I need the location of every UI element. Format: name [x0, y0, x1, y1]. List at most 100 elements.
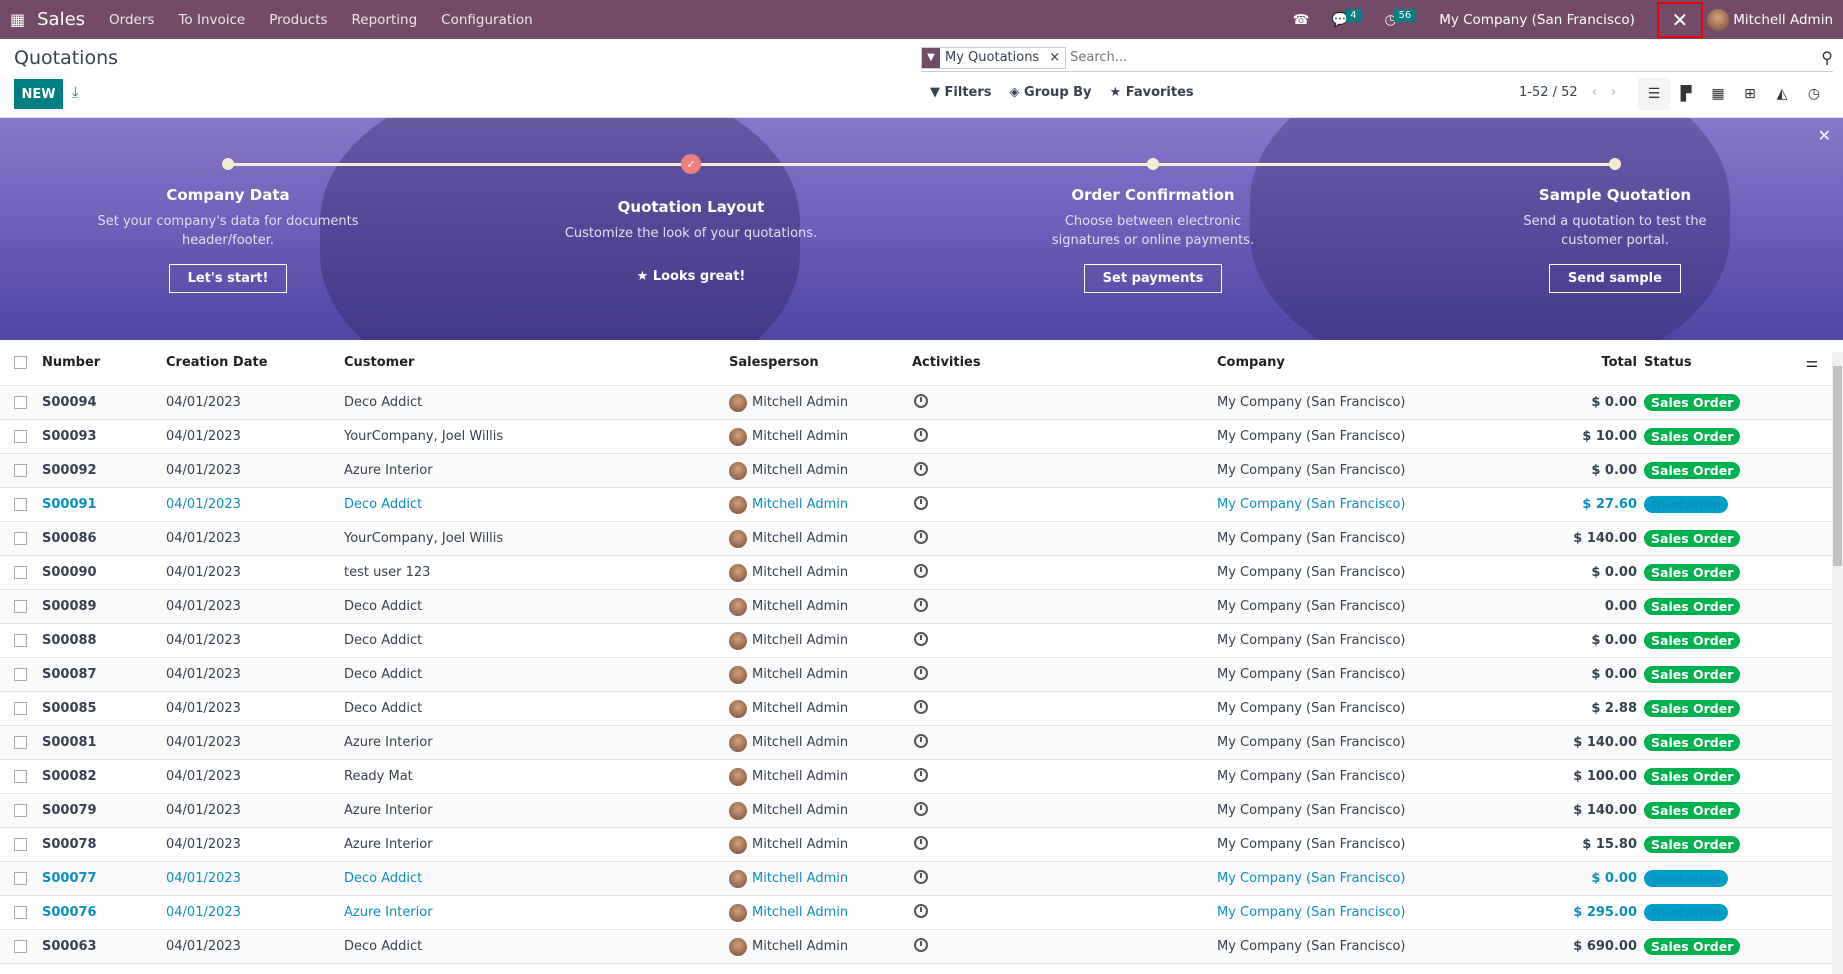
col-salesperson[interactable]: Salesperson	[729, 355, 819, 370]
table-row[interactable]: S00092 04/01/2023 Azure Interior Mitchel…	[0, 454, 1832, 488]
col-company[interactable]: Company	[1217, 355, 1285, 370]
activity-clock-icon[interactable]	[914, 597, 928, 616]
send-sample-button[interactable]: Send sample	[1549, 264, 1681, 293]
salesperson-name: Mitchell Admin	[752, 871, 849, 886]
table-row[interactable]: S00085 04/01/2023 Deco Addict Mitchell A…	[0, 692, 1832, 726]
optional-columns-icon[interactable]: ⚌	[1805, 355, 1818, 371]
row-checkbox[interactable]	[14, 872, 27, 885]
menu-orders[interactable]: Orders	[109, 12, 154, 28]
table-row[interactable]: S00078 04/01/2023 Azure Interior Mitchel…	[0, 828, 1832, 862]
set-payments-button[interactable]: Set payments	[1083, 264, 1223, 293]
download-icon[interactable]: ⤓	[72, 83, 79, 101]
col-total[interactable]: Total	[1601, 355, 1637, 370]
debug-tools-icon[interactable]: ✕	[1656, 1, 1703, 38]
table-row[interactable]: S00094 04/01/2023 Deco Addict Mitchell A…	[0, 386, 1832, 420]
row-checkbox[interactable]	[14, 804, 27, 817]
row-checkbox[interactable]	[14, 838, 27, 851]
row-checkbox[interactable]	[14, 736, 27, 749]
table-row[interactable]: S00087 04/01/2023 Deco Addict Mitchell A…	[0, 658, 1832, 692]
favorites-button[interactable]: ★ Favorites	[1110, 85, 1194, 100]
activity-clock-icon[interactable]	[914, 529, 928, 548]
table-row[interactable]: S00086 04/01/2023 YourCompany, Joel Will…	[0, 522, 1832, 556]
kanban-view-icon[interactable]: ▛	[1670, 78, 1702, 110]
new-button[interactable]: NEW	[14, 79, 63, 109]
col-creation-date[interactable]: Creation Date	[166, 355, 268, 370]
row-checkbox[interactable]	[14, 770, 27, 783]
graph-view-icon[interactable]: ◭	[1766, 78, 1798, 110]
activity-clock-icon[interactable]	[914, 767, 928, 786]
table-row[interactable]: S00077 04/01/2023 Deco Addict Mitchell A…	[0, 862, 1832, 896]
table-row[interactable]: S00089 04/01/2023 Deco Addict Mitchell A…	[0, 590, 1832, 624]
messages-button[interactable]: 💬 4	[1331, 8, 1362, 28]
activity-clock-icon[interactable]	[914, 563, 928, 582]
col-activities[interactable]: Activities	[912, 355, 981, 370]
activity-clock-icon[interactable]	[914, 427, 928, 446]
lets-start-button[interactable]: Let's start!	[168, 264, 288, 293]
table-row[interactable]: S00088 04/01/2023 Deco Addict Mitchell A…	[0, 624, 1832, 658]
phone-icon[interactable]: ☎	[1293, 12, 1310, 28]
group-by-button[interactable]: ◈ Group By	[1010, 85, 1092, 100]
company-switcher[interactable]: My Company (San Francisco)	[1439, 12, 1635, 28]
menu-products[interactable]: Products	[269, 12, 327, 28]
pager-next-icon[interactable]: ›	[1611, 85, 1616, 100]
activity-clock-icon[interactable]	[914, 665, 928, 684]
close-icon[interactable]: ✕	[1818, 126, 1831, 145]
col-customer[interactable]: Customer	[344, 355, 414, 370]
pivot-view-icon[interactable]: ⊞	[1734, 78, 1766, 110]
activity-clock-icon[interactable]	[914, 869, 928, 888]
activity-clock-icon[interactable]	[914, 801, 928, 820]
menu-to-invoice[interactable]: To Invoice	[178, 12, 245, 28]
activity-clock-icon[interactable]	[914, 937, 928, 956]
remove-facet-icon[interactable]: ×	[1044, 50, 1065, 65]
apps-grid-icon[interactable]: ▦	[10, 10, 25, 29]
row-checkbox[interactable]	[14, 396, 27, 409]
scrollbar[interactable]	[1832, 352, 1843, 974]
row-checkbox[interactable]	[14, 498, 27, 511]
search-icon[interactable]: ⚲	[1821, 48, 1833, 67]
pager-prev-icon[interactable]: ‹	[1592, 85, 1597, 100]
app-name[interactable]: Sales	[37, 9, 85, 30]
table-row[interactable]: S00063 04/01/2023 Deco Addict Mitchell A…	[0, 930, 1832, 964]
user-menu[interactable]: Mitchell Admin	[1706, 8, 1833, 31]
activities-button[interactable]: ◷ 56	[1385, 8, 1418, 28]
row-checkbox[interactable]	[14, 702, 27, 715]
table-row[interactable]: S00093 04/01/2023 YourCompany, Joel Will…	[0, 420, 1832, 454]
table-row[interactable]: S00079 04/01/2023 Azure Interior Mitchel…	[0, 794, 1832, 828]
row-checkbox[interactable]	[14, 600, 27, 613]
table-row[interactable]: S00090 04/01/2023 test user 123 Mitchell…	[0, 556, 1832, 590]
table-row[interactable]: S00081 04/01/2023 Azure Interior Mitchel…	[0, 726, 1832, 760]
select-all-checkbox[interactable]	[14, 356, 27, 369]
row-checkbox[interactable]	[14, 430, 27, 443]
calendar-view-icon[interactable]: ▦	[1702, 78, 1734, 110]
col-status[interactable]: Status	[1644, 355, 1692, 370]
activity-clock-icon[interactable]	[914, 495, 928, 514]
activity-clock-icon[interactable]	[914, 631, 928, 650]
activity-clock-icon[interactable]	[914, 835, 928, 854]
row-checkbox[interactable]	[14, 532, 27, 545]
col-number[interactable]: Number	[42, 355, 100, 370]
activity-clock-icon[interactable]	[914, 903, 928, 922]
filters-button[interactable]: ▼ Filters	[930, 85, 992, 100]
activity-view-icon[interactable]: ◷	[1798, 78, 1830, 110]
row-checkbox[interactable]	[14, 464, 27, 477]
search-input[interactable]	[1070, 50, 1822, 65]
row-checkbox[interactable]	[14, 634, 27, 647]
table-row[interactable]: S00091 04/01/2023 Deco Addict Mitchell A…	[0, 488, 1832, 522]
list-view-icon[interactable]: ☰	[1638, 78, 1670, 110]
row-checkbox[interactable]	[14, 906, 27, 919]
activity-clock-icon[interactable]	[914, 699, 928, 718]
table-row[interactable]: S00076 04/01/2023 Azure Interior Mitchel…	[0, 896, 1832, 930]
pager-value[interactable]: 1-52 / 52	[1519, 85, 1578, 100]
row-checkbox[interactable]	[14, 566, 27, 579]
activity-clock-icon[interactable]	[914, 393, 928, 412]
table-row[interactable]: S00082 04/01/2023 Ready Mat Mitchell Adm…	[0, 760, 1832, 794]
row-checkbox[interactable]	[14, 940, 27, 953]
salesperson-name: Mitchell Admin	[752, 905, 849, 920]
creation-date: 04/01/2023	[166, 565, 241, 580]
activity-clock-icon[interactable]	[914, 461, 928, 480]
salesperson: Mitchell Admin	[729, 665, 848, 684]
row-checkbox[interactable]	[14, 668, 27, 681]
menu-reporting[interactable]: Reporting	[352, 12, 418, 28]
activity-clock-icon[interactable]	[914, 733, 928, 752]
menu-configuration[interactable]: Configuration	[441, 12, 533, 28]
